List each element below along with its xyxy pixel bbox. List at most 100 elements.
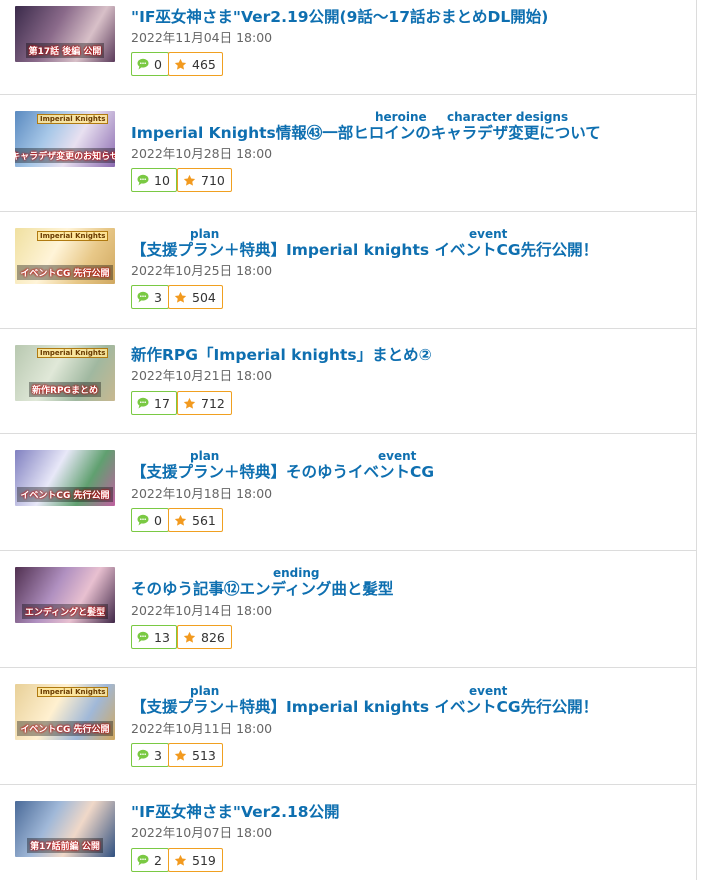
speech-bubble-icon [137, 854, 149, 866]
ruby-annotation: ending [273, 566, 320, 580]
comment-count: 13 [154, 629, 170, 645]
favorite-count: 465 [192, 56, 216, 72]
post-thumbnail[interactable]: Imperial Knights キャラデザ変更のお知らせ [15, 111, 115, 167]
post-date: 2022年10月18日 18:00 [131, 486, 273, 501]
post-item: 第17話 後編 公開 "IF巫女神さま"Ver2.19公開(9話～17話おまとめ… [0, 0, 696, 95]
post-date: 2022年10月14日 18:00 [131, 603, 273, 618]
post-thumbnail[interactable]: Imperial Knights 新作RPGまとめ [15, 345, 115, 401]
post-list: 第17話 後編 公開 "IF巫女神さま"Ver2.19公開(9話～17話おまとめ… [0, 0, 697, 880]
speech-bubble-icon [137, 291, 149, 303]
star-icon [174, 854, 187, 867]
post-thumbnail[interactable]: Imperial Knights イベントCG 先行公開 [15, 228, 115, 284]
thumbnail-caption: イベントCG 先行公開 [17, 721, 113, 736]
speech-bubble-icon [137, 58, 149, 70]
comment-count-badge[interactable]: 2 [131, 848, 169, 872]
ruby-annotation: character designs [447, 110, 569, 124]
speech-bubble-icon [137, 397, 149, 409]
post-thumbnail[interactable]: Imperial Knights イベントCG 先行公開 [15, 684, 115, 740]
comment-count-badge[interactable]: 10 [131, 168, 177, 192]
thumbnail-logo: Imperial Knights [37, 114, 109, 124]
star-icon [183, 631, 196, 644]
post-title-link[interactable]: 新作RPG「Imperial knights」まとめ② [131, 346, 432, 364]
comment-count-badge[interactable]: 3 [131, 743, 169, 767]
post-item: エンディングと髪型 ending そのゆう記事⑫エンディング曲と髪型 2022年… [0, 551, 696, 668]
post-date: 2022年11月04日 18:00 [131, 30, 273, 45]
favorite-count-badge[interactable]: 710 [177, 168, 232, 192]
post-item: イベントCG 先行公開 plan event 【支援プラン＋特典】そのゆうイベン… [0, 434, 696, 551]
ruby-annotation: plan [190, 684, 220, 698]
favorite-count-badge[interactable]: 826 [177, 625, 232, 649]
favorite-count-badge[interactable]: 519 [168, 848, 223, 872]
post-item: Imperial Knights キャラデザ変更のお知らせ heroine ch… [0, 95, 696, 212]
thumbnail-logo: Imperial Knights [37, 348, 109, 358]
thumbnail-logo: Imperial Knights [37, 231, 109, 241]
star-icon [174, 291, 187, 304]
comment-count-badge[interactable]: 0 [131, 52, 169, 76]
post-title-link[interactable]: "IF巫女神さま"Ver2.19公開(9話～17話おまとめDL開始) [131, 8, 548, 26]
favorite-count: 504 [192, 289, 216, 305]
comment-count: 3 [154, 289, 162, 305]
speech-bubble-icon [137, 514, 149, 526]
thumbnail-caption: イベントCG 先行公開 [17, 487, 113, 502]
post-thumbnail[interactable]: イベントCG 先行公開 [15, 450, 115, 506]
favorite-count-badge[interactable]: 712 [177, 391, 232, 415]
post-title-link[interactable]: "IF巫女神さま"Ver2.18公開 [131, 803, 340, 821]
post-date: 2022年10月07日 18:00 [131, 825, 273, 840]
ruby-annotation: plan [190, 449, 220, 463]
ruby-annotation: event [469, 684, 508, 698]
post-date: 2022年10月28日 18:00 [131, 146, 273, 161]
favorite-count: 519 [192, 852, 216, 868]
post-thumbnail[interactable]: 第17話 後編 公開 [15, 6, 115, 62]
favorite-count: 710 [201, 172, 225, 188]
post-date: 2022年10月21日 18:00 [131, 368, 273, 383]
favorite-count: 712 [201, 395, 225, 411]
favorite-count: 826 [201, 629, 225, 645]
star-icon [183, 397, 196, 410]
post-title-link[interactable]: 【支援プラン＋特典】そのゆうイベントCG [131, 463, 434, 481]
post-item: Imperial Knights 新作RPGまとめ 新作RPG「Imperial… [0, 329, 696, 434]
comment-count-badge[interactable]: 3 [131, 285, 169, 309]
post-date: 2022年10月11日 18:00 [131, 721, 273, 736]
favorite-count-badge[interactable]: 465 [168, 52, 223, 76]
favorite-count-badge[interactable]: 513 [168, 743, 223, 767]
thumbnail-caption: 第17話 後編 公開 [25, 43, 105, 58]
speech-bubble-icon [137, 631, 149, 643]
ruby-annotation: heroine [375, 110, 427, 124]
comment-count: 0 [154, 56, 162, 72]
comment-count-badge[interactable]: 17 [131, 391, 177, 415]
speech-bubble-icon [137, 749, 149, 761]
ruby-annotation: plan [190, 227, 220, 241]
comment-count: 2 [154, 852, 162, 868]
thumbnail-caption: 第17話前編 公開 [27, 838, 103, 853]
speech-bubble-icon [137, 174, 149, 186]
ruby-annotation: event [378, 449, 417, 463]
comment-count: 17 [154, 395, 170, 411]
star-icon [174, 58, 187, 71]
post-thumbnail[interactable]: 第17話前編 公開 [15, 801, 115, 857]
post-item: 第17話前編 公開 "IF巫女神さま"Ver2.18公開 2022年10月07日… [0, 785, 696, 880]
post-item: Imperial Knights イベントCG 先行公開 plan event … [0, 212, 696, 329]
thumbnail-caption: エンディングと髪型 [21, 604, 109, 619]
post-thumbnail[interactable]: エンディングと髪型 [15, 567, 115, 623]
favorite-count: 513 [192, 747, 216, 763]
post-item: Imperial Knights イベントCG 先行公開 plan event … [0, 668, 696, 785]
favorite-count-badge[interactable]: 561 [168, 508, 223, 532]
favorite-count-badge[interactable]: 504 [168, 285, 223, 309]
thumbnail-caption: キャラデザ変更のお知らせ [15, 148, 115, 163]
post-title-link[interactable]: そのゆう記事⑫エンディング曲と髪型 [131, 580, 393, 598]
comment-count: 3 [154, 747, 162, 763]
thumbnail-caption: 新作RPGまとめ [29, 382, 101, 397]
star-icon [174, 514, 187, 527]
post-title-link[interactable]: Imperial Knights情報㊸一部ヒロインのキャラデザ変更について [131, 124, 601, 142]
star-icon [174, 749, 187, 762]
thumbnail-caption: イベントCG 先行公開 [17, 265, 113, 280]
star-icon [183, 174, 196, 187]
post-title-link[interactable]: 【支援プラン＋特典】Imperial knights イベントCG先行公開！ [131, 241, 598, 259]
comment-count: 10 [154, 172, 170, 188]
comment-count-badge[interactable]: 0 [131, 508, 169, 532]
comment-count: 0 [154, 512, 162, 528]
favorite-count: 561 [192, 512, 216, 528]
comment-count-badge[interactable]: 13 [131, 625, 177, 649]
ruby-annotation: event [469, 227, 508, 241]
post-title-link[interactable]: 【支援プラン＋特典】Imperial knights イベントCG先行公開！ [131, 698, 598, 716]
